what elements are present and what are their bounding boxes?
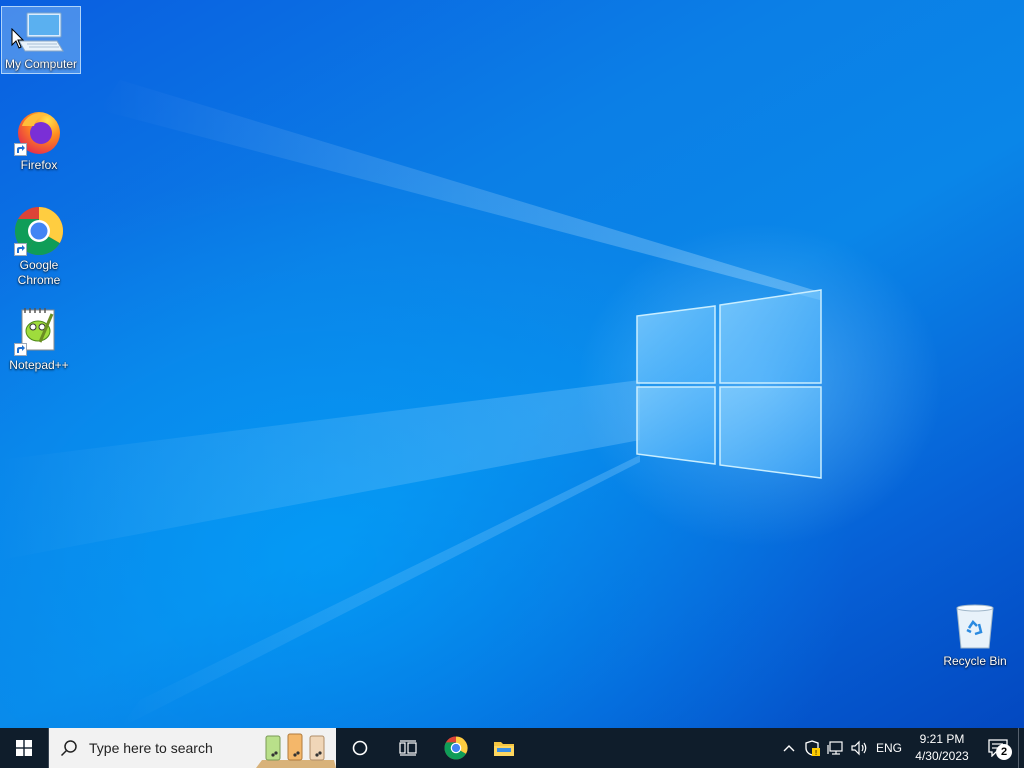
mouse-cursor-icon [11,27,25,50]
network-icon [827,741,843,755]
taskbar-file-explorer-button[interactable] [480,728,528,768]
shortcut-arrow-icon [14,243,27,256]
taskbar: Type here to search ! ENG 9:21 PM 4/30/2… [0,728,1024,768]
tray-volume-button[interactable] [848,728,872,768]
search-icon [49,739,89,757]
wallpaper-windows-logo [632,286,828,487]
search-highlight-drinks-icon [256,728,336,768]
chrome-icon [14,206,64,256]
svg-text:!: ! [815,749,818,756]
start-button[interactable] [0,728,48,768]
desktop-icon-firefox[interactable]: Firefox [0,104,78,173]
taskbar-search-box[interactable]: Type here to search [48,728,336,768]
action-center-button[interactable]: 2 [978,728,1018,768]
desktop-icon-label: Notepad++ [9,358,69,372]
chrome-icon [444,736,468,760]
cortana-button[interactable] [336,728,384,768]
notification-count-badge: 2 [996,744,1012,760]
desktop[interactable]: My Computer Firefox Google Chrome Notepa… [0,0,1024,728]
shortcut-arrow-icon [14,143,27,156]
notepadpp-icon [14,306,64,356]
firefox-icon [14,106,64,156]
show-hidden-icons-button[interactable] [778,728,800,768]
folder-icon [494,742,514,756]
desktop-icon-label: Firefox [20,158,58,172]
shortcut-arrow-icon [14,343,27,356]
recycle-bin-icon [953,602,997,652]
windows-start-icon [16,740,32,756]
speaker-icon [851,740,867,756]
desktop-icon-label: My Computer [4,57,78,71]
chevron-up-icon [783,745,795,752]
desktop-icon-label: Google Chrome [17,258,61,287]
clock[interactable]: 9:21 PM 4/30/2023 [906,728,978,768]
tray-security-button[interactable]: ! [800,728,824,768]
desktop-icon-notepadpp[interactable]: Notepad++ [0,304,78,373]
task-view-button[interactable] [384,728,432,768]
search-placeholder: Type here to search [89,740,213,756]
system-tray: ! ENG 9:21 PM 4/30/2023 2 [778,728,1024,768]
desktop-icon-recycle-bin[interactable]: Recycle Bin [936,600,1014,669]
task-view-icon [399,740,417,756]
taskbar-chrome-button[interactable] [432,728,480,768]
tray-network-button[interactable] [824,728,848,768]
clock-time: 9:21 PM [919,732,965,746]
windows-security-icon: ! [805,740,820,756]
wallpaper-light-beams [0,0,1024,728]
desktop-icon-label: Recycle Bin [943,654,1007,668]
desktop-icon-google-chrome[interactable]: Google Chrome [0,204,78,288]
clock-date: 4/30/2023 [915,749,969,763]
cortana-circle-icon [352,740,368,756]
show-desktop-button[interactable] [1018,728,1024,768]
input-language-indicator[interactable]: ENG [872,728,906,768]
